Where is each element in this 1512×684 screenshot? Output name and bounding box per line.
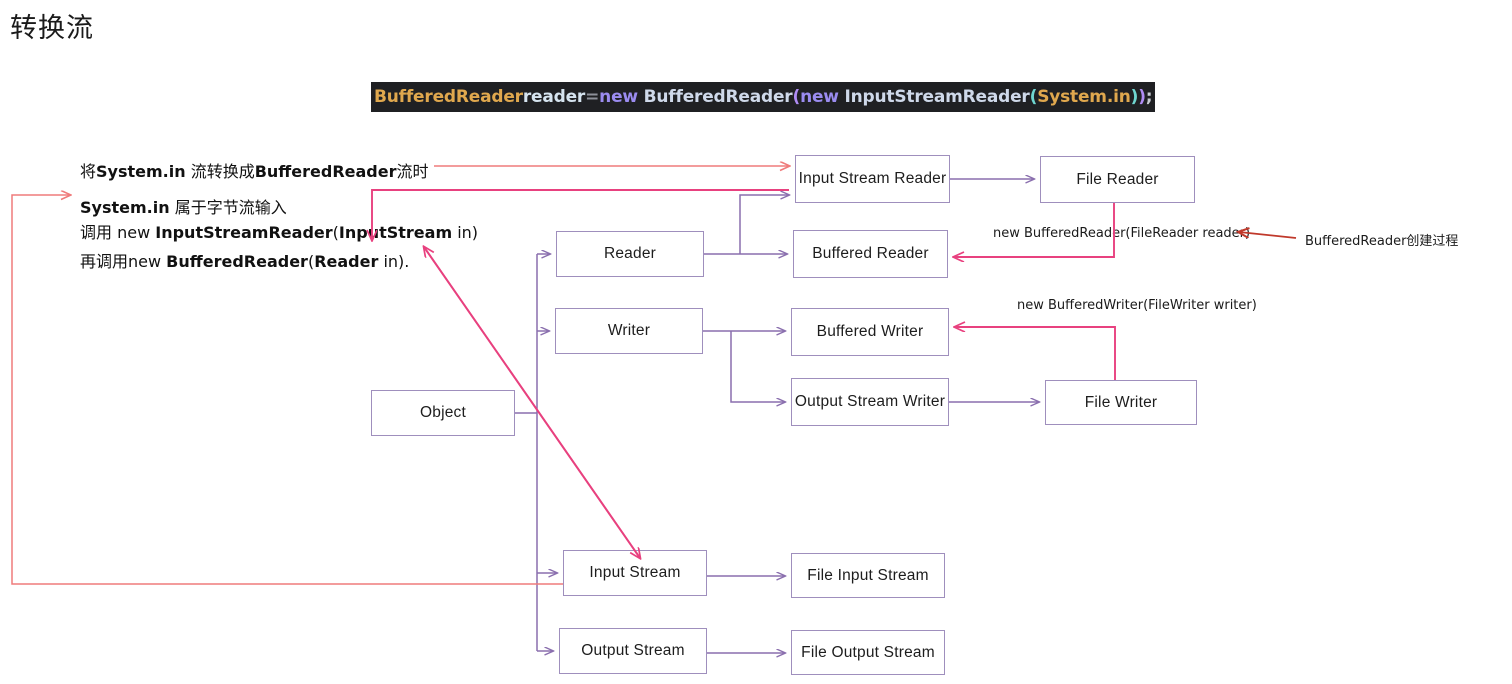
node-writer[interactable]: Writer <box>555 308 703 354</box>
code-token-6: new <box>800 87 845 107</box>
code-token-12: ) <box>1138 87 1146 107</box>
code-token-1: reader <box>522 87 586 107</box>
node-file-writer[interactable]: File Writer <box>1045 380 1197 425</box>
page-title: 转换流 <box>10 13 94 43</box>
description-segment: in) <box>452 223 479 242</box>
node-label: Output Stream Writer <box>794 393 946 410</box>
description-segment: 再调用new <box>80 252 167 271</box>
node-buffered-reader[interactable]: Buffered Reader <box>793 230 948 278</box>
node-label: Object <box>420 404 466 421</box>
code-token-0: BufferedReader <box>374 87 523 107</box>
description-segment: in). <box>378 252 410 271</box>
node-file-reader[interactable]: File Reader <box>1040 156 1195 203</box>
code-token-13: ; <box>1145 87 1153 107</box>
node-output-stream[interactable]: Output Stream <box>559 628 707 674</box>
node-file-output-stream[interactable]: File Output Stream <box>791 630 945 675</box>
code-token-10: .in <box>1106 87 1131 107</box>
node-label: File Writer <box>1084 393 1158 411</box>
annotation-buffered-reader-process: BufferedReader创建过程 <box>1305 234 1459 249</box>
description-segment: 调用 new <box>80 223 156 242</box>
description-segment: InputStream <box>338 223 453 242</box>
description-segment: 流时 <box>396 162 429 181</box>
node-label: Reader <box>603 245 657 262</box>
node-label: Writer <box>607 322 651 339</box>
code-token-3: new <box>599 87 644 107</box>
description-segment: 流转换成 <box>185 162 255 181</box>
description-line-3: 调用 new InputStreamReader(InputStream in) <box>80 219 478 243</box>
description-line-2: System.in 属于字节流输入 <box>80 194 287 218</box>
description-segment: BufferedReader <box>166 252 308 271</box>
annotation-new-buffered-writer-call: new BufferedWriter(FileWriter writer) <box>1017 298 1257 313</box>
node-label: File Input Stream <box>807 566 929 584</box>
node-buffered-writer[interactable]: Buffered Writer <box>791 308 949 356</box>
description-segment: 属于字节流输入 <box>169 198 287 217</box>
description-segment: 将 <box>80 162 97 181</box>
description-segment: Reader <box>314 252 379 271</box>
code-token-7: InputStreamReader <box>844 87 1030 107</box>
node-label: Input Stream Reader <box>798 170 947 187</box>
node-label: File Output Stream <box>801 643 935 661</box>
code-token-8: ( <box>1029 87 1038 107</box>
code-token-5: ( <box>792 87 801 107</box>
description-line-1: 将System.in 流转换成BufferedReader流时 <box>80 158 429 182</box>
diagram-canvas: 转换流 BufferedReader reader = new BufferedRea… <box>0 0 1512 684</box>
node-reader[interactable]: Reader <box>556 231 704 277</box>
description-segment: BufferedReader <box>254 162 397 181</box>
description-segment: System.in <box>96 162 186 181</box>
node-label: Input Stream <box>589 564 681 581</box>
node-output-stream-writer[interactable]: Output Stream Writer <box>791 378 949 426</box>
node-file-input-stream[interactable]: File Input Stream <box>791 553 945 598</box>
code-token-9: System <box>1037 87 1107 107</box>
node-input-stream[interactable]: Input Stream <box>563 550 707 596</box>
annotation-new-buffered-reader-call: new BufferedReader(FileReader reader) <box>993 226 1251 241</box>
description-segment: InputStreamReader <box>155 223 333 242</box>
code-token-4: BufferedReader <box>643 87 793 107</box>
code-token-11: ) <box>1130 87 1139 107</box>
description-line-4: 再调用new BufferedReader(Reader in). <box>80 248 409 272</box>
node-label: Buffered Reader <box>812 245 929 262</box>
code-token-2: = <box>585 87 600 107</box>
code-snippet-bar: BufferedReader reader = new BufferedReader(… <box>371 82 1156 112</box>
node-input-stream-reader[interactable]: Input Stream Reader <box>795 155 950 203</box>
node-object[interactable]: Object <box>371 390 515 436</box>
node-label: Output Stream <box>581 642 685 659</box>
node-label: Buffered Writer <box>816 323 924 340</box>
description-segment: System.in <box>80 198 170 217</box>
node-label: File Reader <box>1076 170 1159 188</box>
